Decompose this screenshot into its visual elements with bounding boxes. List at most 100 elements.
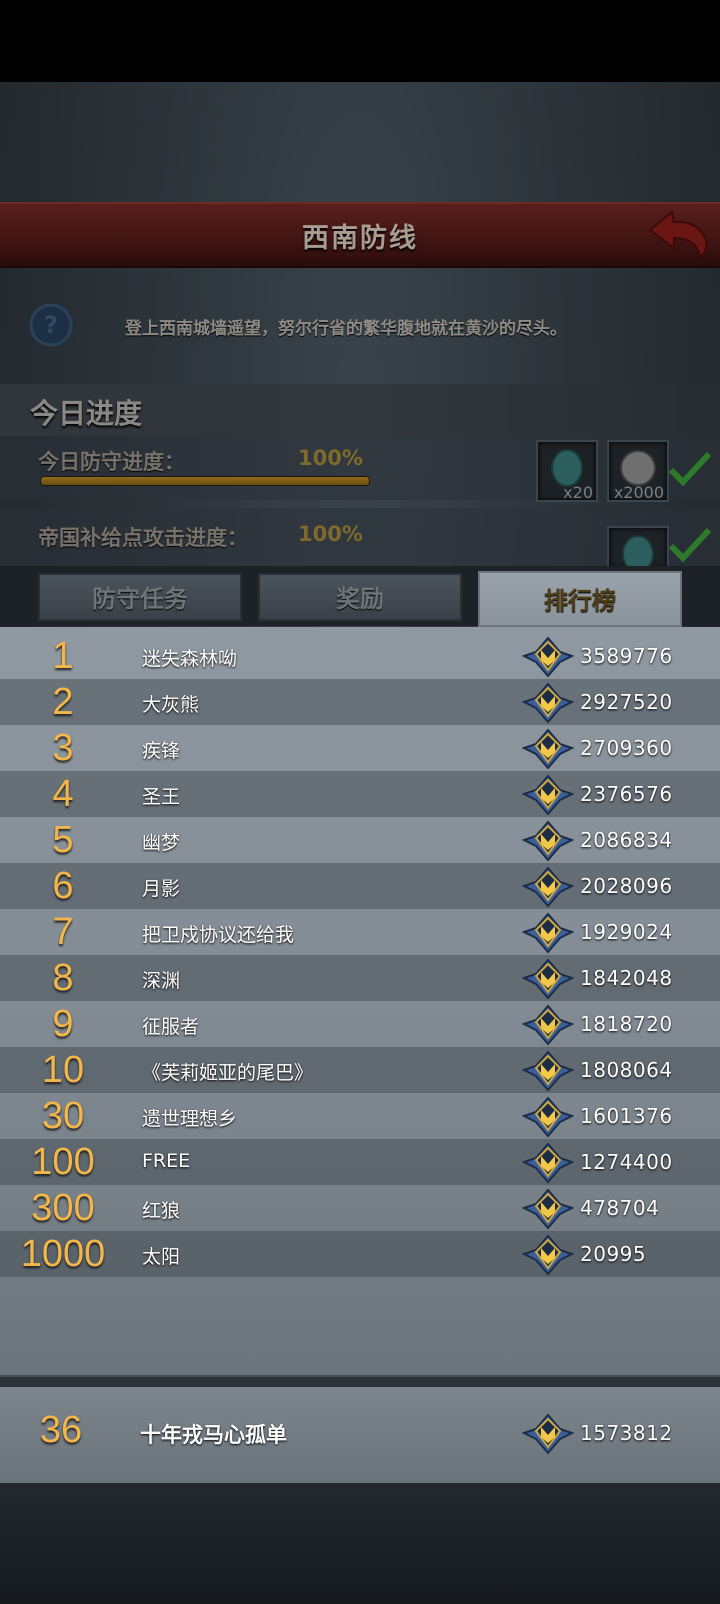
section-title: 今日进度 [30,397,143,430]
rank-badge-icon [523,913,573,953]
rank-number: 7 [52,911,74,953]
bottom-background [0,1483,720,1604]
player-score: 1818720 [580,1012,673,1036]
rank-badge-icon [523,1097,573,1137]
leaderboard-row[interactable]: 30 遗世理想乡 1601376 [0,1093,720,1139]
progress-percent: 100% [298,522,363,546]
player-score: 1842048 [580,966,673,990]
tab-defense-tasks[interactable]: 防守任务 [38,573,242,621]
leaderboard-row[interactable]: 8 深渊 1842048 [0,955,720,1001]
leaderboard-row[interactable]: 5 幽梦 2086834 [0,817,720,863]
player-score: 2376576 [580,782,673,806]
leaderboard-row[interactable]: 4 圣王 2376576 [0,771,720,817]
player-name: 深渊 [142,970,181,992]
player-name: 太阳 [142,1246,181,1268]
rank-badge-icon [523,1235,573,1275]
player-score: 2086834 [580,828,673,852]
rank-number: 1000 [20,1233,106,1275]
player-name: 幽梦 [142,832,181,854]
progress-row: 帝国补给点攻击进度： 100% [0,508,720,573]
svg-text:?: ? [44,311,58,339]
leaderboard-row[interactable]: 6 月影 2028096 [0,863,720,909]
rank-badge-icon [523,1414,573,1454]
player-name: 红狼 [142,1200,181,1222]
rank-number: 100 [31,1141,95,1183]
player-name: 大灰熊 [142,694,200,716]
leaderboard-row[interactable]: 100 FREE 1274400 [0,1139,720,1185]
rank-badge-icon [523,729,573,769]
leaderboard-row[interactable]: 9 征服者 1818720 [0,1001,720,1047]
self-rank-row[interactable]: 36 十年戎马心孤单 1573812 [0,1387,720,1483]
player-score: 478704 [580,1196,660,1220]
player-name: 遗世理想乡 [142,1108,238,1130]
rank-number: 6 [52,865,74,907]
reward-item[interactable]: x20 [536,440,598,502]
player-score: 20995 [580,1242,647,1266]
reward-item[interactable] [607,526,669,573]
leaderboard-row[interactable]: 7 把卫戍协议还给我 1929024 [0,909,720,955]
player-name: 月影 [142,878,181,900]
player-score: 2927520 [580,690,673,714]
progress-row: 今日防守进度： 100% x20 x2000 [0,436,720,502]
rank-badge-icon [523,1143,573,1183]
leaderboard-panel: 1 迷失森林呦 3589776 2 大灰熊 2927520 3 疾锋 27093… [0,627,720,1375]
rank-badge-icon [523,867,573,907]
tab-rewards[interactable]: 奖励 [258,573,462,621]
progress-percent: 100% [298,446,363,470]
leaderboard-row[interactable]: 300 红狼 478704 [0,1185,720,1231]
check-icon [668,451,712,487]
leaderboard-row[interactable]: 1 迷失森林呦 3589776 [0,633,720,679]
rank-number: 4 [52,773,74,815]
player-name: 征服者 [142,1016,200,1038]
rank-number: 2 [52,681,74,723]
rank-number: 300 [31,1187,95,1229]
reward-quantity: x20 [563,483,593,502]
rank-number: 10 [41,1049,85,1091]
gem-icon [622,535,654,573]
player-score: 1808064 [580,1058,673,1082]
rank-number: 30 [41,1095,85,1137]
rank-number: 5 [52,819,74,861]
progress-bar [40,476,370,486]
stage-description: 登上西南城墙遥望，努尔行省的繁华腹地就在黄沙的尽头。 [125,319,567,339]
tab-leaderboard[interactable]: 排行榜 [478,571,682,627]
player-score: 1929024 [580,920,673,944]
player-name: FREE [142,1150,191,1172]
rank-number: 8 [52,957,74,999]
reward-quantity: x2000 [613,483,664,502]
player-score: 3589776 [580,644,673,668]
rank-number: 3 [52,727,74,769]
self-rank-number: 36 [39,1409,83,1451]
check-icon [668,527,712,563]
leaderboard-row[interactable]: 10 《芙莉姬亚的尾巴》 1808064 [0,1047,720,1093]
self-player-name: 十年戎马心孤单 [140,1423,287,1447]
player-name: 圣王 [142,786,181,808]
player-name: 迷失森林呦 [142,648,238,670]
player-name: 把卫戍协议还给我 [142,924,295,946]
leaderboard-row[interactable]: 1000 太阳 20995 [0,1231,720,1277]
player-name: 《芙莉姬亚的尾巴》 [142,1062,314,1084]
rank-badge-icon [523,637,573,677]
question-icon[interactable]: ? [28,302,74,348]
leaderboard-row[interactable]: 3 疾锋 2709360 [0,725,720,771]
rank-number: 1 [52,635,74,677]
self-player-score: 1573812 [580,1421,673,1445]
player-score: 2028096 [580,874,673,898]
rank-badge-icon [523,959,573,999]
rank-badge-icon [523,1189,573,1229]
player-name: 疾锋 [142,740,181,762]
player-score: 1274400 [580,1150,673,1174]
progress-label: 今日防守进度： [38,450,185,474]
rank-badge-icon [523,775,573,815]
rank-number: 9 [52,1003,74,1045]
page-title: 西南防线 [302,223,418,254]
back-arrow-icon[interactable] [646,206,710,260]
reward-item[interactable]: x2000 [607,440,669,502]
rank-badge-icon [523,683,573,723]
player-score: 1601376 [580,1104,673,1128]
leaderboard-row[interactable]: 2 大灰熊 2927520 [0,679,720,725]
rank-badge-icon [523,1051,573,1091]
rank-badge-icon [523,821,573,861]
player-score: 2709360 [580,736,673,760]
progress-label: 帝国补给点攻击进度： [38,526,248,550]
